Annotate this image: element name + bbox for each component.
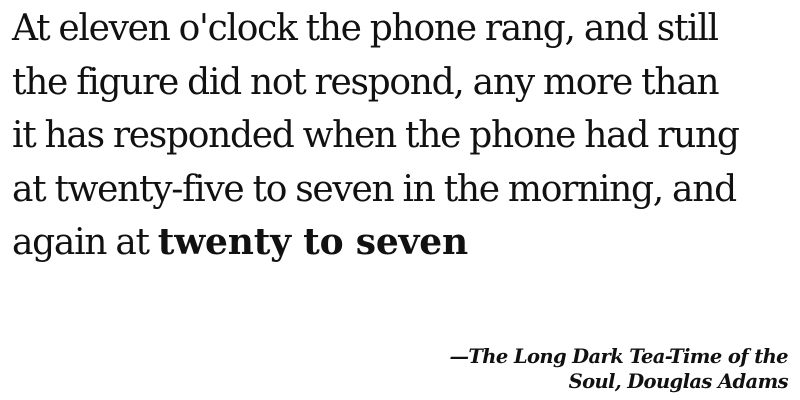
quote-text: At eleven o'clock the phone rang, and st… [12, 2, 792, 270]
attribution-line-2: Soul, Douglas Adams [568, 370, 789, 393]
quote-line-5-prefix: again at [12, 222, 158, 263]
quote-line-3: it has responded when the phone had rung [12, 115, 740, 156]
attribution-line-1: —The Long Dark Tea-Time of the [449, 345, 788, 368]
quote-line-5: again at twenty to seven [12, 216, 792, 270]
quote-line-1: At eleven o'clock the phone rang, and st… [12, 8, 719, 49]
quote-attribution: —The Long Dark Tea-Time of the Soul, Dou… [449, 344, 788, 394]
quote-line-2: the figure did not respond, any more tha… [12, 61, 720, 103]
quote-page: At eleven o'clock the phone rang, and st… [0, 0, 800, 400]
quote-emphasis: twenty to seven [157, 221, 468, 263]
quote-line-4: at twenty-five to seven in the morning, … [12, 168, 737, 210]
